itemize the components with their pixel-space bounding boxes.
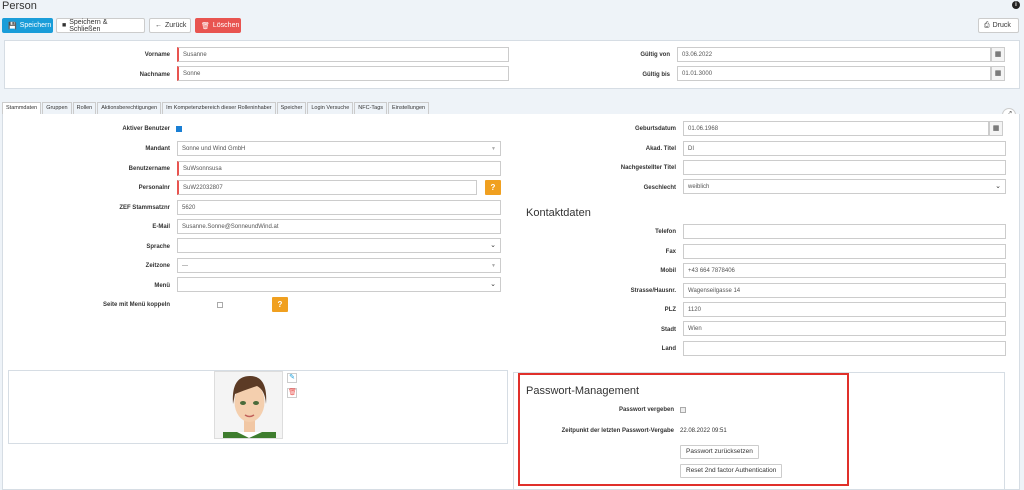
strasse-label: Strasse/Hausnr. bbox=[630, 288, 676, 294]
aktiver-benutzer-checkbox[interactable] bbox=[176, 126, 182, 132]
geburtsdatum-input[interactable]: 01.06.1968 bbox=[683, 121, 989, 136]
trash-icon[interactable]: 🗑 bbox=[287, 388, 297, 398]
print-icon: ⎙ bbox=[984, 21, 990, 29]
aktiver-benutzer-label: Aktiver Benutzer bbox=[122, 126, 170, 132]
tab-gruppen[interactable]: Gruppen bbox=[42, 102, 72, 114]
password-heading: Passwort-Management bbox=[526, 385, 640, 397]
chevron-down-icon: ▼ bbox=[491, 263, 496, 269]
calendar-icon[interactable]: ▦ bbox=[991, 66, 1005, 81]
tab-aktionsberechtigungen[interactable]: Aktionsberechtigungen bbox=[97, 102, 162, 114]
mobil-input[interactable]: +43 664 7878406 bbox=[683, 263, 1006, 278]
zef-label: ZEF Stammsatznr bbox=[119, 205, 170, 211]
page-title: Person bbox=[2, 0, 37, 12]
nachname-input[interactable]: Sonne bbox=[177, 66, 509, 81]
koppeln-label: Seite mit Menü koppeln bbox=[102, 302, 170, 308]
arrow-left-icon: ← bbox=[155, 22, 162, 29]
vorname-label: Vorname bbox=[144, 52, 170, 58]
save-icon: 💾 bbox=[8, 22, 17, 30]
nachgestellter-titel-input[interactable] bbox=[683, 160, 1006, 175]
mandant-select[interactable]: Sonne und Wind GmbH ▼ bbox=[177, 141, 501, 156]
tab-stammdaten[interactable]: Stammdaten bbox=[2, 102, 42, 114]
nachgestellter-titel-label: Nachgestellter Titel bbox=[620, 165, 676, 171]
fax-input[interactable] bbox=[683, 244, 1006, 259]
telefon-label: Telefon bbox=[655, 229, 676, 235]
telefon-input[interactable] bbox=[683, 224, 1006, 239]
calendar-icon[interactable]: ▦ bbox=[989, 121, 1003, 136]
sprache-label: Sprache bbox=[146, 244, 170, 250]
tab-kompetenzbereich[interactable]: Im Kompetenzbereich dieser Rolleninhaber bbox=[162, 102, 276, 114]
tab-nfc-tags[interactable]: NFC-Tags bbox=[354, 102, 388, 114]
edit-icon[interactable]: ✎ bbox=[287, 373, 297, 383]
chevron-down-icon: ▼ bbox=[491, 146, 496, 152]
save-close-button[interactable]: ■ Speichern & Schließen bbox=[56, 18, 145, 33]
geschlecht-select[interactable]: weiblich ⌄ bbox=[683, 179, 1006, 194]
zeitpunkt-label: Zeitpunkt der letzten Passwort-Vergabe bbox=[561, 428, 674, 434]
email-input[interactable]: Susanne.Sonne@SonneundWind.at bbox=[177, 219, 501, 234]
land-input[interactable] bbox=[683, 341, 1006, 356]
help-button[interactable]: ? bbox=[485, 180, 501, 195]
akad-titel-input[interactable]: DI bbox=[683, 141, 1006, 156]
save-button[interactable]: 💾 Speichern bbox=[2, 18, 53, 33]
stadt-label: Stadt bbox=[661, 327, 676, 333]
menu-label: Menü bbox=[154, 283, 170, 289]
chevron-down-icon: ⌄ bbox=[490, 242, 496, 249]
geschlecht-label: Geschlecht bbox=[643, 185, 676, 191]
print-button[interactable]: ⎙ Druck bbox=[978, 18, 1019, 33]
chevron-down-icon: ⌄ bbox=[995, 183, 1001, 190]
reset-password-button[interactable]: Passwort zurücksetzen bbox=[680, 445, 759, 459]
gueltig-bis-input[interactable]: 01.01.3000 bbox=[677, 66, 991, 81]
personalnr-label: Personalnr bbox=[138, 185, 170, 191]
kontaktdaten-heading: Kontaktdaten bbox=[526, 207, 591, 219]
land-label: Land bbox=[661, 346, 676, 352]
zef-input[interactable]: 5620 bbox=[177, 200, 501, 215]
help-button[interactable]: ? bbox=[272, 297, 288, 312]
zeitzone-label: Zeitzone bbox=[145, 263, 170, 269]
avatar bbox=[214, 371, 283, 439]
tab-login-versuche[interactable]: Login Versuche bbox=[307, 102, 354, 114]
save-icon: ■ bbox=[62, 22, 67, 29]
akad-titel-label: Akad. Titel bbox=[645, 146, 676, 152]
benutzername-input[interactable]: SuWsonnsusa bbox=[177, 161, 501, 176]
plz-label: PLZ bbox=[664, 307, 676, 313]
zeitpunkt-value: 22.08.2022 09:51 bbox=[680, 428, 727, 434]
mobil-label: Mobil bbox=[660, 268, 676, 274]
gueltig-von-label: Gültig von bbox=[640, 52, 670, 58]
tab-bar: Stammdaten Gruppen Rollen Aktionsberecht… bbox=[2, 102, 430, 114]
strasse-input[interactable]: Wagenseilgasse 14 bbox=[683, 283, 1006, 298]
nachname-label: Nachname bbox=[139, 72, 170, 78]
back-button[interactable]: ← Zurück bbox=[149, 18, 191, 33]
info-icon[interactable]: i bbox=[1012, 1, 1020, 9]
menu-select[interactable]: ⌄ bbox=[177, 277, 501, 292]
plz-input[interactable]: 1120 bbox=[683, 302, 1006, 317]
personalnr-input[interactable]: SuW22032807 bbox=[177, 180, 477, 195]
chevron-down-icon: ⌄ bbox=[490, 281, 496, 288]
geburtsdatum-label: Geburtsdatum bbox=[634, 126, 676, 132]
sprache-select[interactable]: ⌄ bbox=[177, 238, 501, 253]
fax-label: Fax bbox=[665, 249, 676, 255]
calendar-icon[interactable]: ▦ bbox=[991, 47, 1005, 62]
gueltig-bis-label: Gültig bis bbox=[642, 72, 670, 78]
zeitzone-select[interactable]: --- ▼ bbox=[177, 258, 501, 273]
passwort-vergeben-label: Passwort vergeben bbox=[618, 407, 674, 413]
mandant-label: Mandant bbox=[145, 146, 170, 152]
stadt-input[interactable]: Wien bbox=[683, 321, 1006, 336]
email-label: E-Mail bbox=[152, 224, 170, 230]
tab-speicher[interactable]: Speicher bbox=[276, 102, 307, 114]
gueltig-von-input[interactable]: 03.06.2022 bbox=[677, 47, 991, 62]
benutzername-label: Benutzername bbox=[128, 166, 170, 172]
delete-button[interactable]: 🗑 Löschen bbox=[195, 18, 241, 33]
reset-2fa-button[interactable]: Reset 2nd factor Authentication bbox=[680, 464, 783, 478]
passwort-vergeben-checkbox bbox=[680, 407, 686, 413]
vorname-input[interactable]: Susanne bbox=[177, 47, 509, 62]
trash-icon: 🗑 bbox=[201, 22, 210, 30]
koppeln-checkbox[interactable] bbox=[217, 302, 223, 308]
tab-einstellungen[interactable]: Einstellungen bbox=[388, 102, 430, 114]
tab-rollen[interactable]: Rollen bbox=[72, 102, 97, 114]
